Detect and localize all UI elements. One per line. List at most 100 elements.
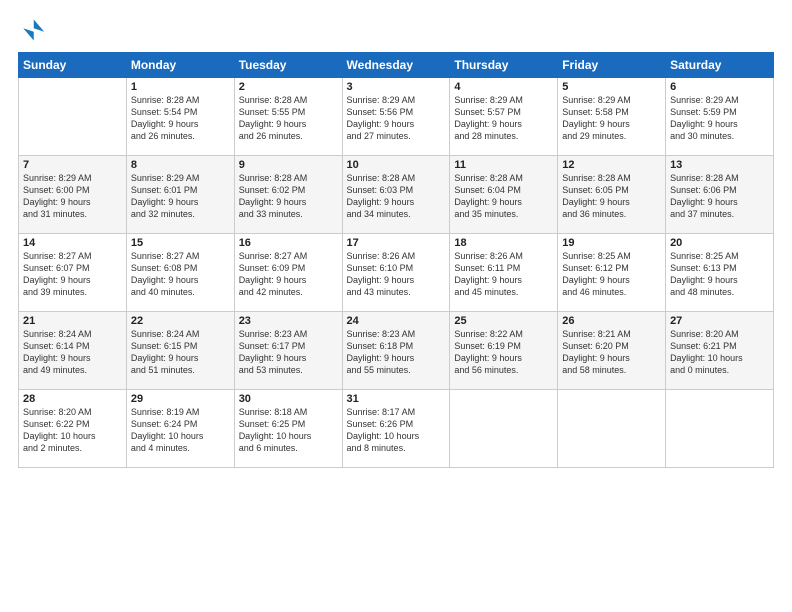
- day-info: Sunrise: 8:26 AMSunset: 6:10 PMDaylight:…: [347, 250, 446, 299]
- day-number: 29: [131, 393, 230, 405]
- calendar-cell: 12Sunrise: 8:28 AMSunset: 6:05 PMDayligh…: [558, 156, 666, 234]
- calendar-cell: 19Sunrise: 8:25 AMSunset: 6:12 PMDayligh…: [558, 234, 666, 312]
- calendar-cell: 14Sunrise: 8:27 AMSunset: 6:07 PMDayligh…: [19, 234, 127, 312]
- day-info: Sunrise: 8:22 AMSunset: 6:19 PMDaylight:…: [454, 328, 553, 377]
- calendar-cell: 3Sunrise: 8:29 AMSunset: 5:56 PMDaylight…: [342, 78, 450, 156]
- calendar-cell: [558, 390, 666, 468]
- calendar-week-row: 28Sunrise: 8:20 AMSunset: 6:22 PMDayligh…: [19, 390, 774, 468]
- day-info: Sunrise: 8:23 AMSunset: 6:17 PMDaylight:…: [239, 328, 338, 377]
- day-number: 11: [454, 159, 553, 171]
- calendar-cell: 26Sunrise: 8:21 AMSunset: 6:20 PMDayligh…: [558, 312, 666, 390]
- calendar-cell: 6Sunrise: 8:29 AMSunset: 5:59 PMDaylight…: [666, 78, 774, 156]
- calendar-cell: 22Sunrise: 8:24 AMSunset: 6:15 PMDayligh…: [126, 312, 234, 390]
- day-number: 28: [23, 393, 122, 405]
- weekday-header-friday: Friday: [558, 53, 666, 78]
- day-info: Sunrise: 8:17 AMSunset: 6:26 PMDaylight:…: [347, 406, 446, 455]
- calendar-cell: 16Sunrise: 8:27 AMSunset: 6:09 PMDayligh…: [234, 234, 342, 312]
- day-number: 25: [454, 315, 553, 327]
- day-number: 27: [670, 315, 769, 327]
- day-info: Sunrise: 8:28 AMSunset: 6:03 PMDaylight:…: [347, 172, 446, 221]
- day-info: Sunrise: 8:28 AMSunset: 6:04 PMDaylight:…: [454, 172, 553, 221]
- header: [18, 16, 774, 44]
- day-info: Sunrise: 8:28 AMSunset: 5:54 PMDaylight:…: [131, 94, 230, 143]
- calendar-cell: 28Sunrise: 8:20 AMSunset: 6:22 PMDayligh…: [19, 390, 127, 468]
- day-number: 8: [131, 159, 230, 171]
- calendar-cell: 24Sunrise: 8:23 AMSunset: 6:18 PMDayligh…: [342, 312, 450, 390]
- day-info: Sunrise: 8:24 AMSunset: 6:15 PMDaylight:…: [131, 328, 230, 377]
- calendar-cell: [666, 390, 774, 468]
- day-number: 24: [347, 315, 446, 327]
- day-number: 16: [239, 237, 338, 249]
- day-info: Sunrise: 8:29 AMSunset: 5:59 PMDaylight:…: [670, 94, 769, 143]
- day-info: Sunrise: 8:25 AMSunset: 6:13 PMDaylight:…: [670, 250, 769, 299]
- day-number: 15: [131, 237, 230, 249]
- day-info: Sunrise: 8:28 AMSunset: 5:55 PMDaylight:…: [239, 94, 338, 143]
- day-info: Sunrise: 8:28 AMSunset: 6:02 PMDaylight:…: [239, 172, 338, 221]
- weekday-header-row: SundayMondayTuesdayWednesdayThursdayFrid…: [19, 53, 774, 78]
- calendar-cell: 9Sunrise: 8:28 AMSunset: 6:02 PMDaylight…: [234, 156, 342, 234]
- day-number: 31: [347, 393, 446, 405]
- day-number: 18: [454, 237, 553, 249]
- calendar-cell: 11Sunrise: 8:28 AMSunset: 6:04 PMDayligh…: [450, 156, 558, 234]
- day-info: Sunrise: 8:19 AMSunset: 6:24 PMDaylight:…: [131, 406, 230, 455]
- logo-icon: [18, 16, 46, 44]
- weekday-header-wednesday: Wednesday: [342, 53, 450, 78]
- day-info: Sunrise: 8:27 AMSunset: 6:08 PMDaylight:…: [131, 250, 230, 299]
- calendar-week-row: 1Sunrise: 8:28 AMSunset: 5:54 PMDaylight…: [19, 78, 774, 156]
- day-number: 6: [670, 81, 769, 93]
- calendar-cell: 4Sunrise: 8:29 AMSunset: 5:57 PMDaylight…: [450, 78, 558, 156]
- calendar-cell: 23Sunrise: 8:23 AMSunset: 6:17 PMDayligh…: [234, 312, 342, 390]
- day-number: 23: [239, 315, 338, 327]
- calendar-cell: 1Sunrise: 8:28 AMSunset: 5:54 PMDaylight…: [126, 78, 234, 156]
- weekday-header-thursday: Thursday: [450, 53, 558, 78]
- calendar-cell: 29Sunrise: 8:19 AMSunset: 6:24 PMDayligh…: [126, 390, 234, 468]
- day-info: Sunrise: 8:29 AMSunset: 5:56 PMDaylight:…: [347, 94, 446, 143]
- calendar-cell: 13Sunrise: 8:28 AMSunset: 6:06 PMDayligh…: [666, 156, 774, 234]
- calendar-week-row: 14Sunrise: 8:27 AMSunset: 6:07 PMDayligh…: [19, 234, 774, 312]
- calendar-week-row: 7Sunrise: 8:29 AMSunset: 6:00 PMDaylight…: [19, 156, 774, 234]
- calendar-cell: 15Sunrise: 8:27 AMSunset: 6:08 PMDayligh…: [126, 234, 234, 312]
- day-number: 3: [347, 81, 446, 93]
- calendar-cell: 18Sunrise: 8:26 AMSunset: 6:11 PMDayligh…: [450, 234, 558, 312]
- logo: [18, 16, 48, 44]
- day-info: Sunrise: 8:18 AMSunset: 6:25 PMDaylight:…: [239, 406, 338, 455]
- day-info: Sunrise: 8:27 AMSunset: 6:09 PMDaylight:…: [239, 250, 338, 299]
- day-number: 26: [562, 315, 661, 327]
- day-number: 5: [562, 81, 661, 93]
- day-info: Sunrise: 8:28 AMSunset: 6:05 PMDaylight:…: [562, 172, 661, 221]
- day-info: Sunrise: 8:25 AMSunset: 6:12 PMDaylight:…: [562, 250, 661, 299]
- day-info: Sunrise: 8:20 AMSunset: 6:21 PMDaylight:…: [670, 328, 769, 377]
- day-info: Sunrise: 8:20 AMSunset: 6:22 PMDaylight:…: [23, 406, 122, 455]
- day-number: 2: [239, 81, 338, 93]
- calendar-table: SundayMondayTuesdayWednesdayThursdayFrid…: [18, 52, 774, 468]
- calendar-cell: 27Sunrise: 8:20 AMSunset: 6:21 PMDayligh…: [666, 312, 774, 390]
- day-number: 21: [23, 315, 122, 327]
- day-info: Sunrise: 8:27 AMSunset: 6:07 PMDaylight:…: [23, 250, 122, 299]
- day-number: 4: [454, 81, 553, 93]
- calendar-cell: [19, 78, 127, 156]
- calendar-cell: 21Sunrise: 8:24 AMSunset: 6:14 PMDayligh…: [19, 312, 127, 390]
- day-number: 22: [131, 315, 230, 327]
- day-info: Sunrise: 8:24 AMSunset: 6:14 PMDaylight:…: [23, 328, 122, 377]
- calendar-cell: 7Sunrise: 8:29 AMSunset: 6:00 PMDaylight…: [19, 156, 127, 234]
- day-info: Sunrise: 8:26 AMSunset: 6:11 PMDaylight:…: [454, 250, 553, 299]
- calendar-cell: 20Sunrise: 8:25 AMSunset: 6:13 PMDayligh…: [666, 234, 774, 312]
- weekday-header-sunday: Sunday: [19, 53, 127, 78]
- weekday-header-monday: Monday: [126, 53, 234, 78]
- day-number: 17: [347, 237, 446, 249]
- weekday-header-saturday: Saturday: [666, 53, 774, 78]
- day-info: Sunrise: 8:29 AMSunset: 5:58 PMDaylight:…: [562, 94, 661, 143]
- calendar-cell: 30Sunrise: 8:18 AMSunset: 6:25 PMDayligh…: [234, 390, 342, 468]
- day-number: 19: [562, 237, 661, 249]
- day-number: 20: [670, 237, 769, 249]
- calendar-cell: 31Sunrise: 8:17 AMSunset: 6:26 PMDayligh…: [342, 390, 450, 468]
- weekday-header-tuesday: Tuesday: [234, 53, 342, 78]
- day-number: 10: [347, 159, 446, 171]
- day-info: Sunrise: 8:29 AMSunset: 6:01 PMDaylight:…: [131, 172, 230, 221]
- calendar-cell: 5Sunrise: 8:29 AMSunset: 5:58 PMDaylight…: [558, 78, 666, 156]
- day-number: 12: [562, 159, 661, 171]
- day-number: 9: [239, 159, 338, 171]
- calendar-cell: 10Sunrise: 8:28 AMSunset: 6:03 PMDayligh…: [342, 156, 450, 234]
- day-number: 7: [23, 159, 122, 171]
- day-number: 30: [239, 393, 338, 405]
